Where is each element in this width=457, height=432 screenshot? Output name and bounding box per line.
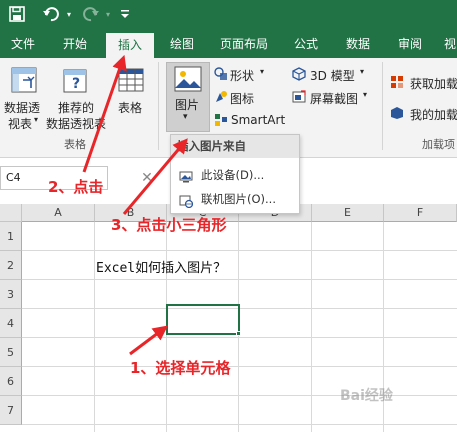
arrow-to-selected-cell	[129, 325, 168, 356]
annotation-step2: 2、点击	[48, 178, 104, 196]
arrow-to-insert-tab	[82, 54, 127, 173]
arrow-to-picture-dropdown	[122, 138, 188, 215]
annotation-step1: 1、选择单元格	[130, 359, 231, 377]
annotation-step3: 3、点击小三角形	[111, 216, 227, 234]
watermark-logo: Bai经验	[340, 388, 393, 404]
